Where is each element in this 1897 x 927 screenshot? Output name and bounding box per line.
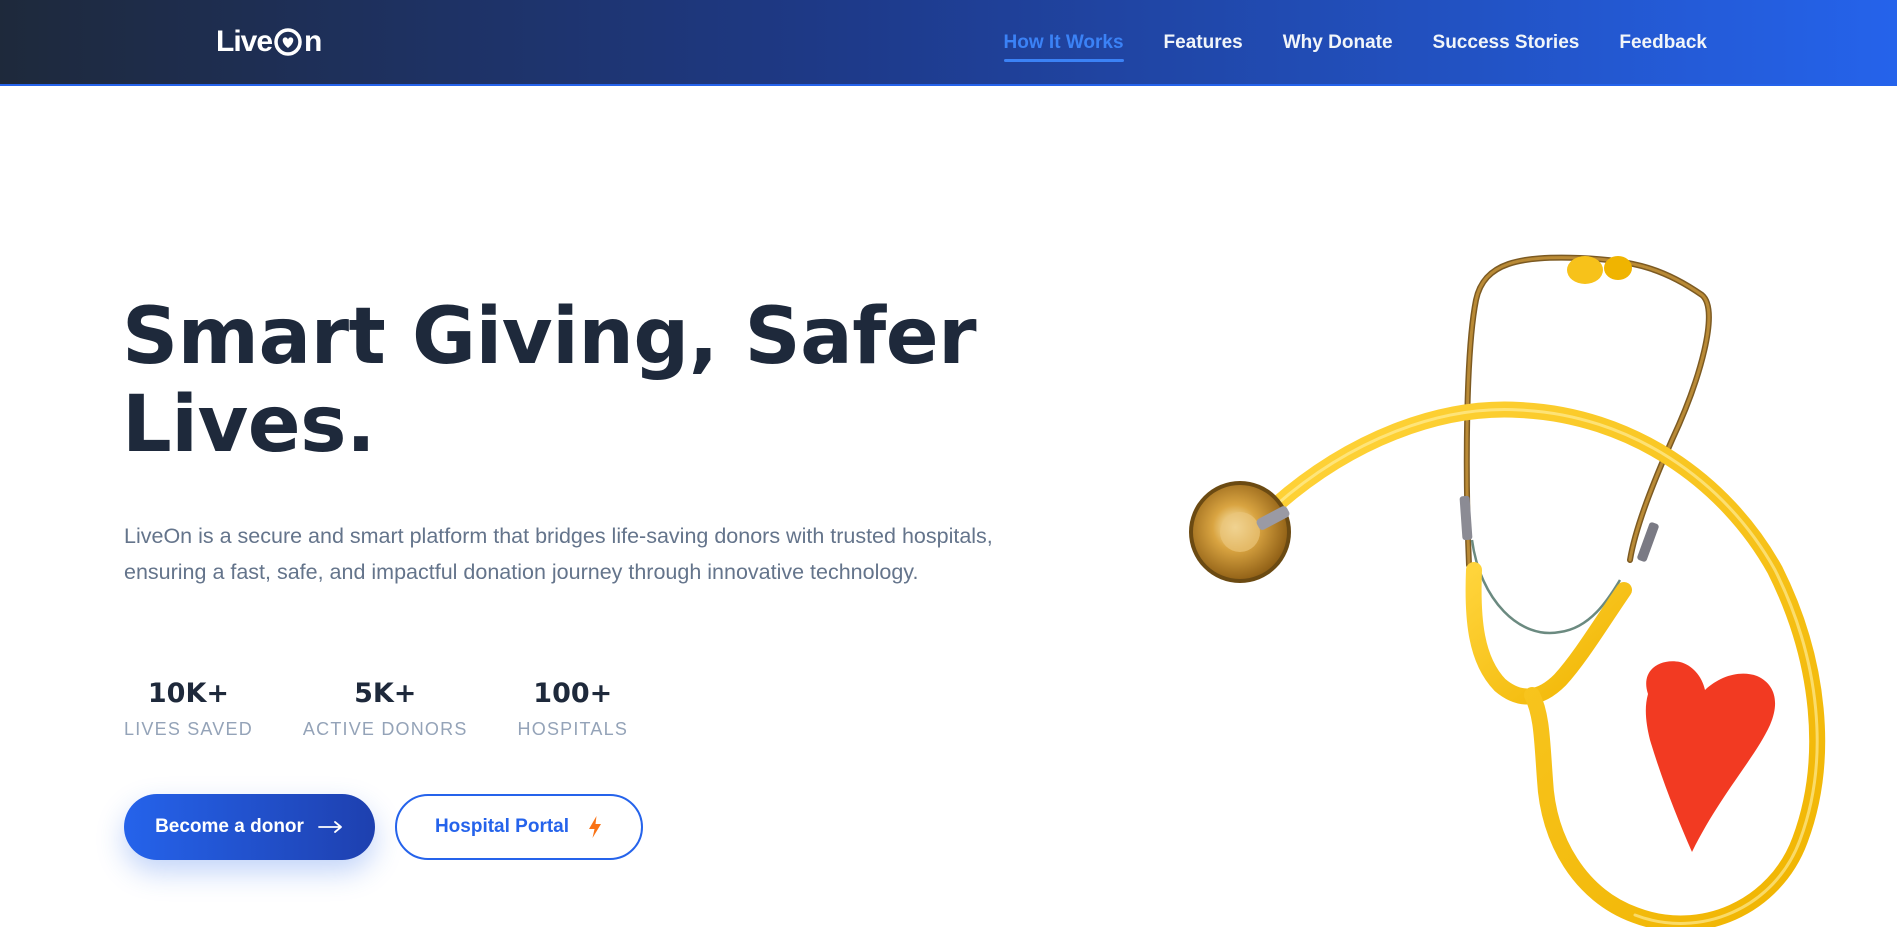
logo-text-live: Live <box>216 25 273 58</box>
stat-label: HOSPITALS <box>517 719 629 739</box>
stat-value: 5K+ <box>354 678 417 709</box>
heart-icon <box>274 28 302 56</box>
logo-text-n: n <box>304 25 322 58</box>
lightning-icon <box>589 816 602 838</box>
hero-description-line-2: ensuring a fast, safe, and impactful don… <box>124 560 919 584</box>
arrow-right-icon <box>318 821 342 833</box>
become-donor-label: Become a donor <box>155 816 304 837</box>
nav-link-how-it-works[interactable]: How It Works <box>1003 22 1124 64</box>
hero-title-line-2: Lives. <box>122 380 376 470</box>
stat-label: ACTIVE DONORS <box>302 719 468 739</box>
nav-link-why-donate[interactable]: Why Donate <box>1283 22 1393 64</box>
stat-label: LIVES SAVED <box>124 719 253 739</box>
nav-link-feedback[interactable]: Feedback <box>1619 22 1707 64</box>
nav-link-success-stories[interactable]: Success Stories <box>1433 22 1580 64</box>
nav-link-features[interactable]: Features <box>1164 22 1243 64</box>
stats-row: 10K+ LIVES SAVED 5K+ ACTIVE DONORS 100+ … <box>124 674 628 742</box>
main-nav: How It Works Features Why Donate Success… <box>1003 0 1707 86</box>
hero-title: Smart Giving, Safer Lives. <box>122 293 1022 469</box>
stat-hospitals: 100+ HOSPITALS <box>518 674 629 742</box>
stat-value: 10K+ <box>147 678 230 709</box>
become-donor-button[interactable]: Become a donor <box>124 794 375 860</box>
hospital-portal-label: Hospital Portal <box>434 816 570 837</box>
hero-title-line-1: Smart Giving, Safer <box>122 292 977 382</box>
stat-lives-saved: 10K+ LIVES SAVED <box>124 674 253 742</box>
hospital-portal-button[interactable]: Hospital Portal <box>395 794 643 860</box>
stethoscope-heart-image <box>1189 254 1826 927</box>
stat-active-donors: 5K+ ACTIVE DONORS <box>303 674 468 742</box>
hero-description: LiveOn is a secure and smart platform th… <box>124 518 1044 590</box>
hero-description-line-1: LiveOn is a secure and smart platform th… <box>124 524 993 548</box>
stat-value: 100+ <box>533 678 613 709</box>
liveon-logo[interactable]: Live n <box>216 22 322 62</box>
top-navbar: Live n How It Works Features Why Donate … <box>0 0 1897 86</box>
